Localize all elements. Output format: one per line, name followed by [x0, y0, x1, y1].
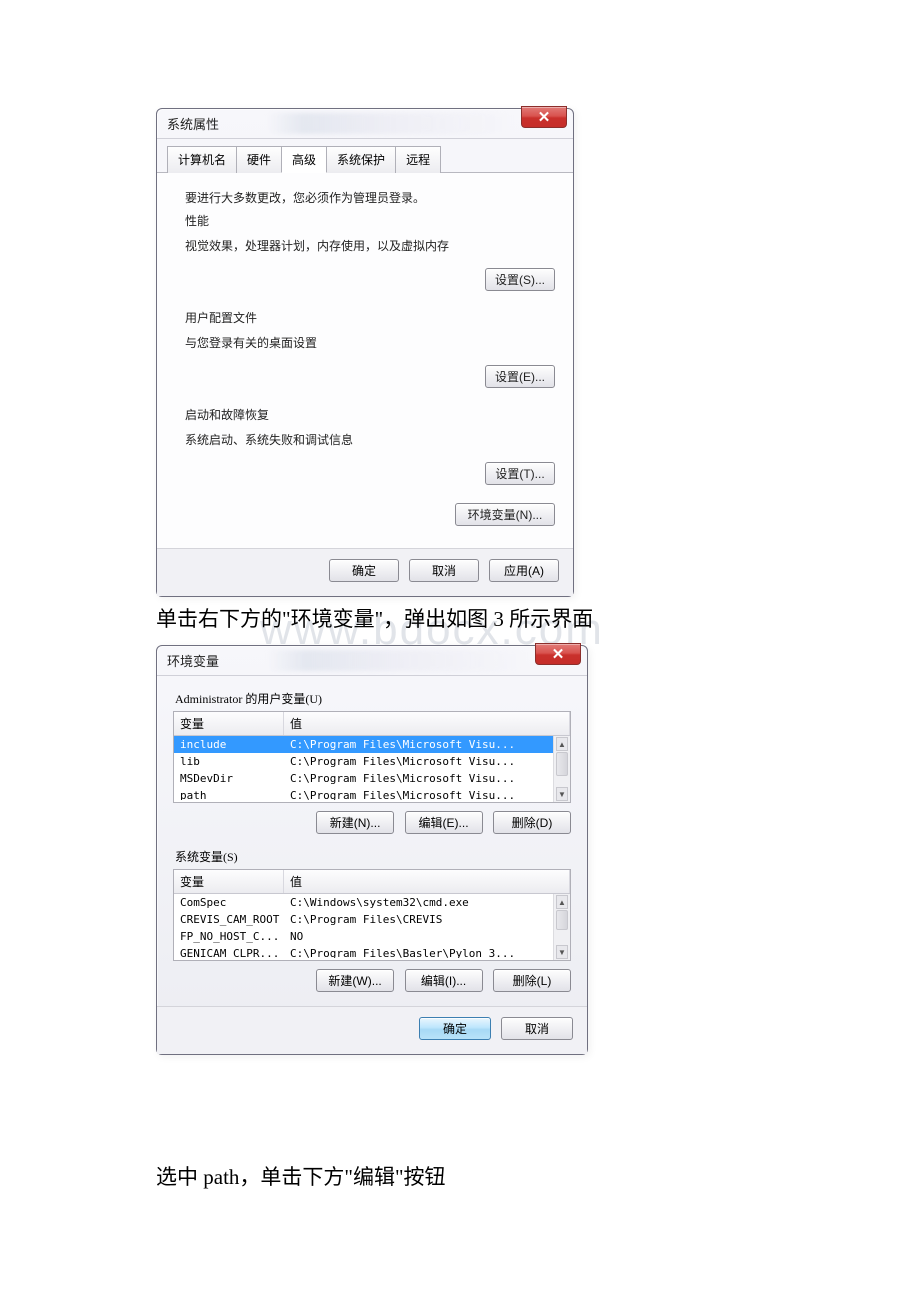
- scrollbar[interactable]: ▲ ▼: [553, 736, 570, 802]
- ok-button[interactable]: 确定: [329, 559, 399, 582]
- admin-note: 要进行大多数更改，您必须作为管理员登录。: [185, 189, 555, 206]
- scroll-thumb[interactable]: [556, 910, 568, 930]
- caption-1: 单击右下方的"环境变量"，弹出如图 3 所示界面: [156, 604, 676, 636]
- user-new-button[interactable]: 新建(N)...: [316, 811, 394, 834]
- list-item[interactable]: MSDevDir C:\Program Files\Microsoft Visu…: [174, 770, 570, 787]
- startup-desc: 系统启动、系统失败和调试信息: [185, 431, 555, 448]
- tab-strip: 计算机名 硬件 高级 系统保护 远程: [157, 139, 573, 173]
- var-value: C:\Program Files\CREVIS: [284, 911, 570, 928]
- scroll-down-icon[interactable]: ▼: [556, 787, 568, 801]
- sys-edit-button[interactable]: 编辑(I)...: [405, 969, 483, 992]
- list-header: 变量 值: [174, 870, 570, 894]
- list-item[interactable]: include C:\Program Files\Microsoft Visu.…: [174, 736, 570, 753]
- var-name: CREVIS_CAM_ROOT: [174, 911, 284, 928]
- startup-heading: 启动和故障恢复: [185, 406, 555, 423]
- var-value: C:\Program Files\Microsoft Visu...: [284, 787, 570, 800]
- tab-system-protection[interactable]: 系统保护: [326, 146, 396, 173]
- perf-heading: 性能: [185, 212, 555, 229]
- tab-advanced[interactable]: 高级: [281, 146, 327, 173]
- var-value: C:\Program Files\Basler\Pylon 3...: [284, 945, 570, 958]
- var-name: include: [174, 736, 284, 753]
- title-blur: [267, 650, 527, 671]
- title-blur: [267, 113, 513, 134]
- environment-variables-button[interactable]: 环境变量(N)...: [455, 503, 555, 526]
- var-name: GENICAM_CLPR...: [174, 945, 284, 958]
- user-vars-label: Administrator 的用户变量(U): [175, 690, 587, 707]
- list-header: 变量 值: [174, 712, 570, 736]
- sys-vars-list[interactable]: 变量 值 ComSpec C:\Windows\system32\cmd.exe…: [173, 869, 571, 961]
- dialog-title: 环境变量: [167, 651, 219, 670]
- var-name: lib: [174, 753, 284, 770]
- var-name: path: [174, 787, 284, 800]
- profile-settings-button[interactable]: 设置(E)...: [485, 365, 555, 388]
- list-item[interactable]: path C:\Program Files\Microsoft Visu...: [174, 787, 570, 801]
- col-var: 变量: [174, 870, 284, 893]
- list-item[interactable]: lib C:\Program Files\Microsoft Visu...: [174, 753, 570, 770]
- col-var: 变量: [174, 712, 284, 735]
- system-properties-dialog: 系统属性 ✕ 计算机名 硬件 高级 系统保护 远程 要进行大多数更改，您必须作为…: [156, 108, 574, 597]
- tab-panel-advanced: 要进行大多数更改，您必须作为管理员登录。 性能 视觉效果，处理器计划，内存使用，…: [157, 173, 573, 548]
- perf-settings-button[interactable]: 设置(S)...: [485, 268, 555, 291]
- var-name: MSDevDir: [174, 770, 284, 787]
- close-icon[interactable]: ✕: [535, 643, 581, 665]
- var-value: NO: [284, 928, 570, 945]
- profile-heading: 用户配置文件: [185, 309, 555, 326]
- sys-vars-label: 系统变量(S): [175, 848, 587, 865]
- ok-button[interactable]: 确定: [419, 1017, 491, 1040]
- user-delete-button[interactable]: 删除(D): [493, 811, 571, 834]
- tab-remote[interactable]: 远程: [395, 146, 441, 173]
- var-name: ComSpec: [174, 894, 284, 911]
- titlebar: 环境变量 ✕: [157, 646, 587, 676]
- scroll-thumb[interactable]: [556, 752, 568, 776]
- list-item[interactable]: CREVIS_CAM_ROOT C:\Program Files\CREVIS: [174, 911, 570, 928]
- dialog-footer: 确定 取消 应用(A): [157, 548, 573, 596]
- apply-button[interactable]: 应用(A): [489, 559, 559, 582]
- var-value: C:\Program Files\Microsoft Visu...: [284, 753, 570, 770]
- sys-new-button[interactable]: 新建(W)...: [316, 969, 394, 992]
- col-val: 值: [284, 870, 570, 893]
- list-item[interactable]: ComSpec C:\Windows\system32\cmd.exe: [174, 894, 570, 911]
- dialog-title: 系统属性: [167, 114, 219, 133]
- sys-delete-button[interactable]: 删除(L): [493, 969, 571, 992]
- list-item[interactable]: FP_NO_HOST_C... NO: [174, 928, 570, 945]
- startup-settings-button[interactable]: 设置(T)...: [485, 462, 555, 485]
- var-value: C:\Program Files\Microsoft Visu...: [284, 736, 570, 753]
- user-vars-buttons: 新建(N)... 编辑(E)... 删除(D): [173, 811, 571, 834]
- cancel-button[interactable]: 取消: [501, 1017, 573, 1040]
- scroll-up-icon[interactable]: ▲: [556, 737, 568, 751]
- user-vars-list[interactable]: 变量 值 include C:\Program Files\Microsoft …: [173, 711, 571, 803]
- environment-variables-dialog: 环境变量 ✕ Administrator 的用户变量(U) 变量 值 inclu…: [156, 645, 588, 1055]
- var-name: FP_NO_HOST_C...: [174, 928, 284, 945]
- var-value: C:\Windows\system32\cmd.exe: [284, 894, 570, 911]
- cancel-button[interactable]: 取消: [409, 559, 479, 582]
- list-item[interactable]: GENICAM_CLPR... C:\Program Files\Basler\…: [174, 945, 570, 959]
- caption-2: 选中 path，单击下方"编辑"按钮: [156, 1162, 446, 1194]
- user-edit-button[interactable]: 编辑(E)...: [405, 811, 483, 834]
- titlebar: 系统属性 ✕: [157, 109, 573, 139]
- col-val: 值: [284, 712, 570, 735]
- tab-computer-name[interactable]: 计算机名: [167, 146, 237, 173]
- scroll-up-icon[interactable]: ▲: [556, 895, 568, 909]
- tab-hardware[interactable]: 硬件: [236, 146, 282, 173]
- sys-vars-buttons: 新建(W)... 编辑(I)... 删除(L): [173, 969, 571, 992]
- var-value: C:\Program Files\Microsoft Visu...: [284, 770, 570, 787]
- scrollbar[interactable]: ▲ ▼: [553, 894, 570, 960]
- scroll-down-icon[interactable]: ▼: [556, 945, 568, 959]
- profile-desc: 与您登录有关的桌面设置: [185, 334, 555, 351]
- close-icon[interactable]: ✕: [521, 106, 567, 128]
- perf-desc: 视觉效果，处理器计划，内存使用，以及虚拟内存: [185, 237, 555, 254]
- dialog-footer: 确定 取消: [157, 1006, 587, 1054]
